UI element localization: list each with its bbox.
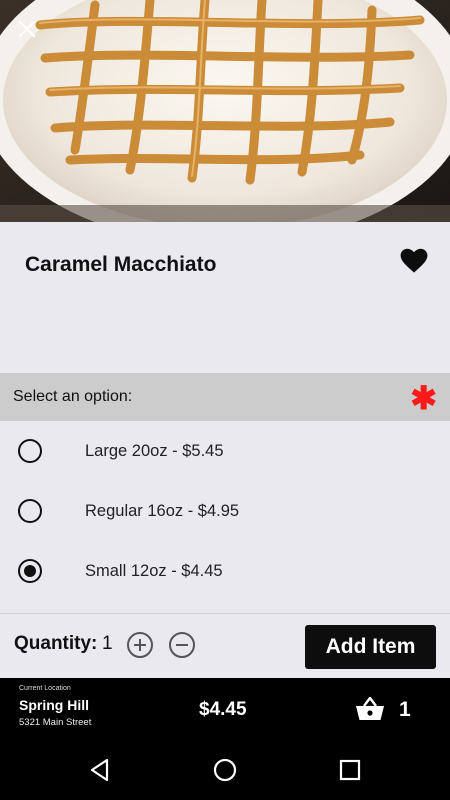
quantity-decrease-button[interactable] [169, 632, 195, 658]
product-title: Caramel Macchiato [25, 253, 217, 276]
favorite-button[interactable] [400, 248, 430, 276]
option-section-header: Select an option: ✱ [0, 373, 450, 421]
option-label: Regular 16oz - $4.95 [85, 502, 240, 520]
quantity-bar: Quantity: 1 Add Item [0, 613, 450, 678]
close-button[interactable] [12, 14, 42, 44]
back-triangle-icon [90, 758, 109, 782]
nav-recents-button[interactable] [337, 757, 363, 783]
cart-button[interactable]: 1 [355, 692, 435, 726]
product-image [0, 0, 450, 222]
close-icon [18, 20, 36, 38]
location-name[interactable]: Spring Hill [19, 697, 89, 713]
home-circle-icon [213, 758, 237, 782]
recents-square-icon [339, 759, 361, 781]
option-list: Large 20oz - $5.45 Regular 16oz - $4.95 … [0, 421, 450, 613]
cart-count: 1 [399, 698, 411, 721]
option-label: Small 12oz - $4.45 [85, 562, 223, 580]
option-label: Large 20oz - $5.45 [85, 442, 224, 460]
nav-back-button[interactable] [87, 757, 113, 783]
heart-icon [400, 248, 428, 273]
order-total: $4.45 [199, 699, 247, 720]
nav-home-button[interactable] [212, 757, 238, 783]
location-address: 5321 Main Street [19, 717, 92, 728]
radio-button[interactable] [18, 439, 42, 463]
order-summary-bar: Current Location Spring Hill 5321 Main S… [0, 678, 450, 740]
minus-icon [176, 644, 188, 646]
radio-button-selected[interactable] [18, 559, 42, 583]
quantity-increase-button[interactable] [127, 632, 153, 658]
quantity-value: 1 [102, 633, 113, 654]
plus-icon-vertical [139, 639, 141, 651]
product-header: Caramel Macchiato [0, 222, 450, 372]
location-caption: Current Location [19, 685, 71, 692]
radio-button[interactable] [18, 499, 42, 523]
add-item-button[interactable]: Add Item [305, 625, 436, 669]
caramel-macchiato-photo [0, 0, 450, 222]
option-small[interactable]: Small 12oz - $4.45 [0, 541, 450, 601]
option-regular[interactable]: Regular 16oz - $4.95 [0, 481, 450, 541]
option-header-label: Select an option: [13, 388, 133, 405]
system-nav-bar [0, 740, 450, 800]
required-asterisk-icon: ✱ [410, 380, 437, 416]
quantity-label: Quantity: [14, 633, 98, 654]
option-large[interactable]: Large 20oz - $5.45 [0, 421, 450, 481]
basket-icon [356, 696, 384, 720]
